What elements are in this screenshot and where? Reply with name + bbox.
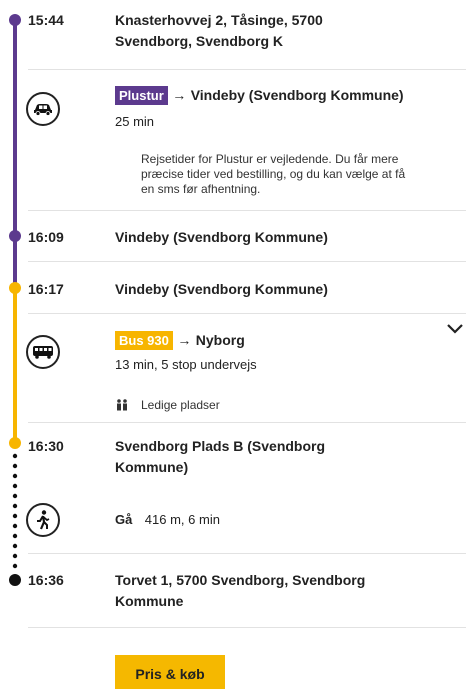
plustur-note: Rejsetider for Plustur er vejledende. Du… [141, 152, 405, 197]
bus-icon [26, 335, 60, 369]
divider [28, 210, 466, 211]
bus-route-line [13, 288, 17, 442]
stop-dot-vindeby-departure [9, 282, 21, 294]
taxi-icon [26, 92, 60, 126]
plustur-destination: Vindeby (Svendborg Kommune) [190, 87, 404, 103]
bus-destination: Nyborg [195, 332, 245, 348]
stop-time: 16:09 [28, 229, 64, 245]
stop-time: 15:44 [28, 12, 64, 28]
stop-dot-end [9, 574, 21, 586]
stop-place-line: Torvet 1, 5700 Svendborg, Svendborg [115, 572, 366, 588]
stop-place: Vindeby (Svendborg Kommune) [115, 229, 328, 245]
divider [28, 261, 466, 262]
walk-route-dots [12, 453, 18, 569]
route-arrow: → [177, 332, 192, 348]
stop-place: Torvet 1, 5700 Svendborg, Svendborg Komm… [115, 570, 365, 612]
divider [28, 69, 466, 70]
stop-time: 16:30 [28, 438, 64, 454]
buy-button[interactable]: Pris & køb [115, 655, 225, 689]
seats-status: Ledige pladser [141, 398, 220, 412]
stop-place: Vindeby (Svendborg Kommune) [115, 281, 328, 297]
stop-time: 16:17 [28, 281, 64, 297]
stop-place-line: Kommune [115, 593, 184, 609]
stop-dot-svendborg-plads [9, 437, 21, 449]
plustur-route: Plustur → Vindeby (Svendborg Kommune) [115, 86, 404, 105]
walking-icon [26, 503, 60, 537]
people-icon [115, 398, 129, 416]
stop-place: Svendborg Plads B (Svendborg Kommune) [115, 436, 325, 478]
chevron-down-icon[interactable] [446, 322, 466, 338]
bus-badge: Bus 930 [115, 331, 173, 350]
plustur-badge: Plustur [115, 86, 168, 105]
divider [28, 553, 466, 554]
stop-place-line: Svendborg, Svendborg K [115, 33, 284, 49]
note-line: en sms før afhentning. [141, 182, 261, 196]
bus-details: 13 min, 5 stop undervejs [115, 357, 257, 372]
stop-dot-vindeby-arrival [9, 230, 21, 242]
stop-time: 16:36 [28, 572, 64, 588]
note-line: præcise tider ved bestilling, og du kan … [141, 167, 406, 181]
stop-dot-start [9, 14, 21, 26]
divider [28, 313, 466, 314]
divider [28, 422, 466, 423]
route-arrow: → [172, 87, 187, 103]
stop-place-line: Knasterhovvej 2, Tåsinge, 5700 [115, 12, 323, 28]
bus-route: Bus 930 → Nyborg [115, 331, 245, 350]
note-line: Rejsetider for Plustur er vejledende. Du… [141, 152, 399, 166]
stop-place-line: Kommune) [115, 459, 189, 475]
stop-place-line: Svendborg Plads B (Svendborg [115, 438, 326, 454]
transfer-route-line [13, 236, 17, 288]
walk-details: 416 m, 6 min [144, 512, 220, 527]
plustur-duration: 25 min [115, 114, 155, 129]
plustur-route-line [13, 20, 17, 236]
walk-info: Gå 416 m, 6 min [115, 511, 220, 529]
divider [28, 627, 466, 628]
walk-label: Gå [115, 512, 133, 527]
stop-place: Knasterhovvej 2, Tåsinge, 5700 Svendborg… [115, 10, 323, 52]
